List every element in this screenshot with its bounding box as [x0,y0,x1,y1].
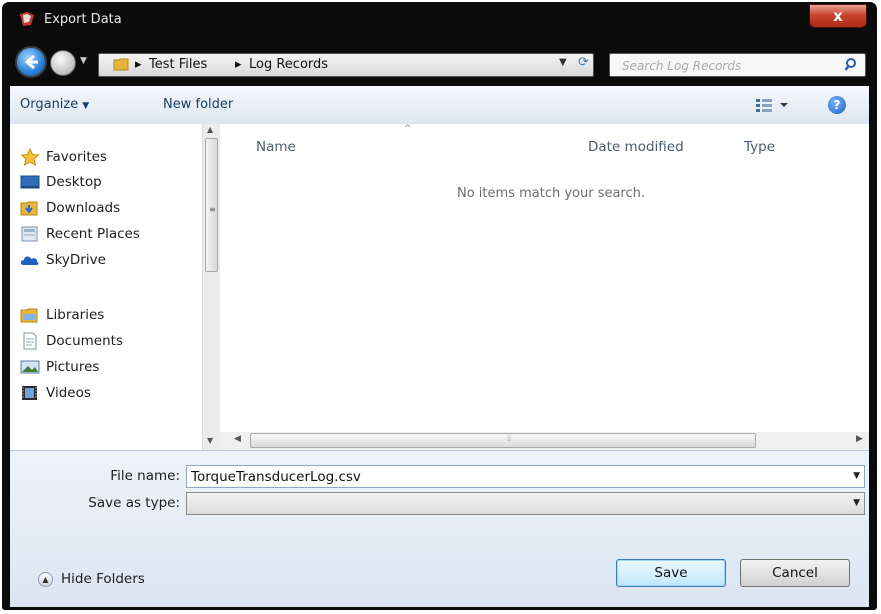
nav-item-label: Videos [46,385,91,401]
search-box[interactable] [609,53,866,77]
documents-icon [23,332,37,350]
empty-list-message: No items match your search. [457,186,646,201]
chevron-down-icon[interactable]: ▼ [853,498,860,508]
search-input[interactable] [620,56,834,76]
scroll-right-arrow-icon[interactable]: ▶ [856,434,863,444]
close-button[interactable]: x [809,4,867,28]
refresh-icon[interactable]: ⟳ [574,55,593,75]
cancel-button[interactable]: Cancel [740,559,850,587]
nav-item-recent-places[interactable]: Recent Places [20,223,140,245]
nav-item-favorites[interactable]: Favorites [20,146,107,168]
desktop-icon [20,175,40,189]
scroll-left-arrow-icon[interactable]: ◀ [234,434,241,444]
close-icon: x [833,7,843,25]
libraries-icon [20,308,38,323]
grip-icon: ⦙⦙ [507,434,512,444]
file-name-field[interactable]: ▼ [186,465,865,488]
nav-item-label: Recent Places [46,226,140,242]
column-header-name[interactable]: Name [256,139,296,155]
title-bar: Export Data x [2,2,877,38]
column-header-date-modified[interactable]: Date modified [588,139,684,155]
organize-menu[interactable]: Organize ▼ [20,97,89,112]
nav-item-label: SkyDrive [46,252,106,268]
search-icon[interactable] [844,57,860,73]
scroll-down-arrow-icon[interactable]: ▼ [207,436,213,445]
nav-item-skydrive[interactable]: SkyDrive [20,249,106,271]
folder-icon [113,58,129,71]
nav-item-downloads[interactable]: Downloads [20,197,120,219]
dialog-window: Export Data x ▼ ▸ Test Files ▸ Log Recor… [2,2,877,610]
save-button[interactable]: Save [616,559,726,587]
breadcrumb-separator[interactable]: ▸ [135,57,142,72]
breadcrumb-test-files[interactable]: Test Files [149,57,207,72]
horizontal-scrollbar[interactable]: ◀ ⦙⦙ ▶ [220,432,869,450]
scroll-up-arrow-icon[interactable]: ▲ [207,125,213,134]
nav-item-libraries[interactable]: Libraries [20,304,104,326]
scrollbar-thumb[interactable]: ⦙⦙ [250,433,756,448]
videos-icon [22,386,37,400]
change-view-icon[interactable] [752,96,792,114]
address-bar[interactable]: ▸ Test Files ▸ Log Records ▼ ⟳ [98,53,594,77]
new-folder-button[interactable]: New folder [163,97,233,112]
hide-folders-label: Hide Folders [61,571,145,587]
nav-item-label: Desktop [46,174,102,190]
chevron-up-icon: ▲ [38,571,53,587]
hide-folders-toggle[interactable]: ▲ Hide Folders [38,571,145,587]
save-as-type-select[interactable]: ▼ [186,492,865,515]
file-list: Name ^ Date modified Type No items match… [220,124,869,432]
nav-item-label: Pictures [46,359,100,375]
address-row: ▼ ▸ Test Files ▸ Log Records ▼ ⟳ [2,40,877,84]
navigation-pane: Favorites Desktop Downloads Recent Place… [10,124,220,450]
breadcrumb-separator[interactable]: ▸ [235,57,242,72]
nav-item-label: Documents [46,333,123,349]
address-dropdown-icon[interactable]: ▼ [559,57,567,68]
organize-label: Organize [20,97,79,112]
sort-ascending-icon: ^ [404,124,412,134]
skydrive-icon [20,256,39,265]
recent-places-icon [21,226,38,242]
nav-item-label: Libraries [46,307,105,323]
window-title: Export Data [44,12,122,27]
file-name-label: File name: [110,468,180,484]
nav-item-documents[interactable]: Documents [20,330,123,352]
downloads-icon [20,201,38,216]
save-details-panel: File name: ▼ Save as type: ▼ ▲ Hide Fold… [10,450,869,607]
navigation-scrollbar[interactable]: ▲ ≡ ▼ [202,124,220,450]
chevron-down-icon[interactable]: ▼ [853,471,860,481]
app-icon [20,12,34,26]
column-header-type[interactable]: Type [744,139,775,155]
breadcrumb-log-records[interactable]: Log Records [249,57,328,72]
nav-item-label: Downloads [46,200,121,216]
scrollbar-thumb[interactable]: ≡ [205,138,218,272]
back-arrow-icon [24,54,38,70]
nav-item-label: Favorites [46,149,107,165]
nav-item-videos[interactable]: Videos [20,382,91,404]
nav-item-desktop[interactable]: Desktop [20,171,102,193]
recent-pages-dropdown-icon[interactable]: ▼ [80,56,87,66]
command-bar: Organize ▼ New folder ? [10,86,869,125]
forward-button[interactable] [50,50,76,76]
grip-icon: ≡ [209,205,216,214]
help-icon[interactable]: ? [828,96,846,114]
dialog-body: Organize ▼ New folder ? Favorites Desktop [10,86,869,607]
nav-item-pictures[interactable]: Pictures [20,356,99,378]
chevron-down-icon: ▼ [82,101,90,111]
pictures-icon [20,360,40,374]
back-button[interactable] [15,46,47,78]
save-as-type-label: Save as type: [88,495,180,511]
file-name-input[interactable] [191,468,831,485]
star-icon [20,148,40,166]
